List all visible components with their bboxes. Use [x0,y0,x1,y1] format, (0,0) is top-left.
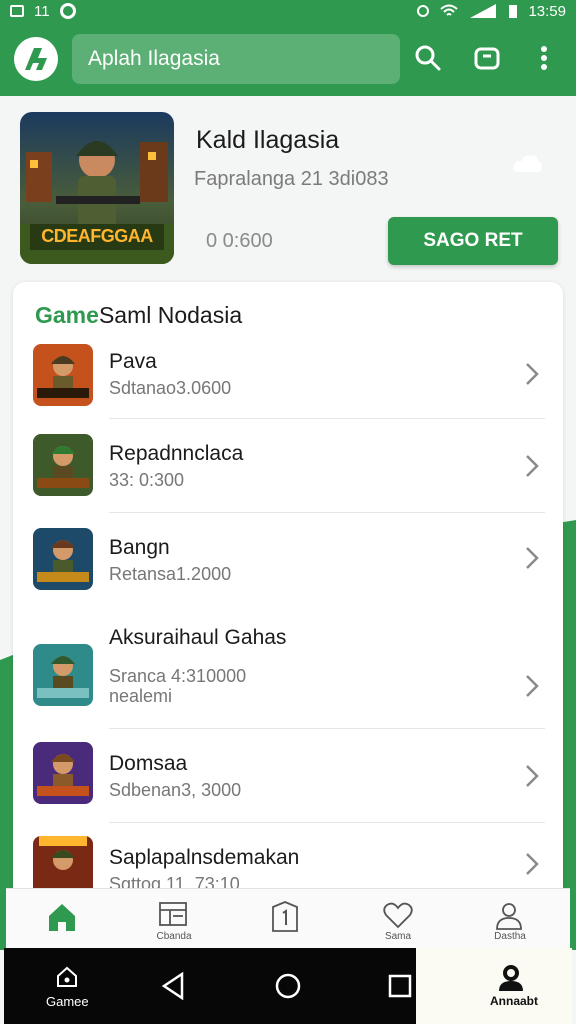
row-divider [109,512,545,513]
game-name: Repadnnclaca [109,442,244,465]
nav-updates[interactable] [230,889,342,949]
alarm-icon [417,5,430,17]
game-name: Pava [109,350,157,373]
logo-icon [25,48,47,70]
system-games-button[interactable]: Gamee [40,948,96,1024]
game-meta: Sranca 4:310000 [109,666,247,686]
game-thumbnail [33,344,93,406]
bottom-nav: Cbanda Sama Dastha [6,888,570,948]
status-left: 11 [10,3,76,20]
system-home-button[interactable] [270,948,310,1024]
game-name: Saplapalnsdemakan [109,846,300,869]
chevron-right-icon [526,853,539,875]
section-title-text: Saml Nodasia [98,302,243,328]
game-meta: Sdtanao3.0600 [109,378,232,398]
game-art [33,742,93,804]
featured-art-text: CDEAFGGAA [41,226,153,246]
search-button[interactable] [410,40,446,76]
game-art [33,344,93,406]
get-button[interactable]: SAGO RET [388,217,558,265]
signal-icon [470,4,497,18]
nav-favorites[interactable]: Sama [342,889,454,949]
row-divider [109,418,545,419]
game-art [33,644,93,706]
game-row[interactable]: Repadnnclaca 33: 0:300 [13,432,563,512]
game-row[interactable]: Domsaa Sdbenan3, 3000 [13,738,563,818]
game-art [33,528,93,590]
app-logo[interactable] [14,37,58,81]
wifi-icon [440,4,459,16]
game-row[interactable]: Aksuraihaul Gahas Sranca 4:310000 nealem… [13,618,563,718]
game-meta: Sdbenan3, 3000 [109,780,242,800]
more-button[interactable] [526,40,562,76]
row-divider [109,728,545,729]
chevron-right-icon [526,675,539,697]
nav-favorites-label: Sama [384,931,412,942]
game-home-icon [57,966,77,987]
more-vertical-icon [541,46,547,70]
section-title: GameSaml Nodasia [35,302,242,329]
account-icon [499,965,523,991]
game-art [33,434,93,496]
system-nav-bar: Gamee Annaabt [4,948,572,1024]
featured-badge [512,152,544,183]
featured-subtitle: Fapralanga 21 3di083 [194,168,389,190]
system-account-label: Annaabt [490,994,538,1008]
game-name: Aksuraihaul Gahas [109,626,287,649]
status-bar: 11 13:59 [0,0,576,22]
status-time: 13:59 [528,2,566,20]
row-divider [109,822,545,823]
chevron-right-icon [526,455,539,477]
home-circle-icon [275,973,301,999]
heart-icon [383,902,413,929]
nav-categories[interactable]: Cbanda [118,889,230,949]
notification-icon [10,5,24,17]
library-button[interactable] [469,40,505,76]
game-meta-secondary: nealemi [109,686,173,706]
list-icon [159,902,187,926]
status-right: 13:59 [416,3,566,20]
game-meta: Retansa1.2000 [109,564,232,584]
search-value: Aplah Ilagasia [88,47,220,70]
user-icon [496,903,522,930]
chevron-right-icon [526,765,539,787]
chevron-right-icon [526,547,539,569]
system-recents-button[interactable] [386,948,416,1024]
system-games-label: Gamee [46,994,89,1009]
battery-icon [509,5,518,18]
game-thumbnail [33,644,93,706]
game-thumbnail [33,528,93,590]
cloud-icon [513,155,542,173]
status-left-text: 11 [34,2,50,20]
game-row[interactable]: Bangn Retansa1.2000 [13,526,563,606]
home-icon [49,904,75,931]
system-back-button[interactable] [154,948,194,1024]
badge-icon [272,901,298,932]
recents-square-icon [388,974,412,998]
nav-categories-label: Cbanda [156,931,192,942]
game-thumbnail [33,742,93,804]
back-triangle-icon [161,972,184,1000]
featured-game: CDEAFGGAA Kald Ilagasia Fapralanga 21 3d… [0,96,576,282]
game-name: Domsaa [109,752,188,775]
nav-profile[interactable]: Dastha [454,889,566,949]
game-name: Bangn [109,536,170,559]
game-list-card: GameSaml Nodasia Pava Sdtanao3.0600 Repa… [13,282,563,902]
featured-game-art[interactable]: CDEAFGGAA [20,112,174,264]
featured-size: 0 0:600 [206,230,273,252]
sync-icon [59,3,76,19]
search-icon [415,45,441,71]
game-row[interactable]: Pava Sdtanao3.0600 [13,340,563,420]
system-account-button[interactable]: Annaabt [416,948,572,1024]
search-input[interactable]: Aplah Ilagasia [72,34,400,84]
app-bar: Aplah Ilagasia [0,22,576,96]
nav-profile-label: Dastha [494,931,526,942]
nav-home[interactable] [6,889,118,949]
chevron-right-icon [526,363,539,385]
featured-title: Kald Ilagasia [196,126,340,154]
section-accent: Game [35,302,99,328]
game-meta: 33: 0:300 [109,470,185,490]
game-thumbnail [33,434,93,496]
library-icon [474,47,500,70]
